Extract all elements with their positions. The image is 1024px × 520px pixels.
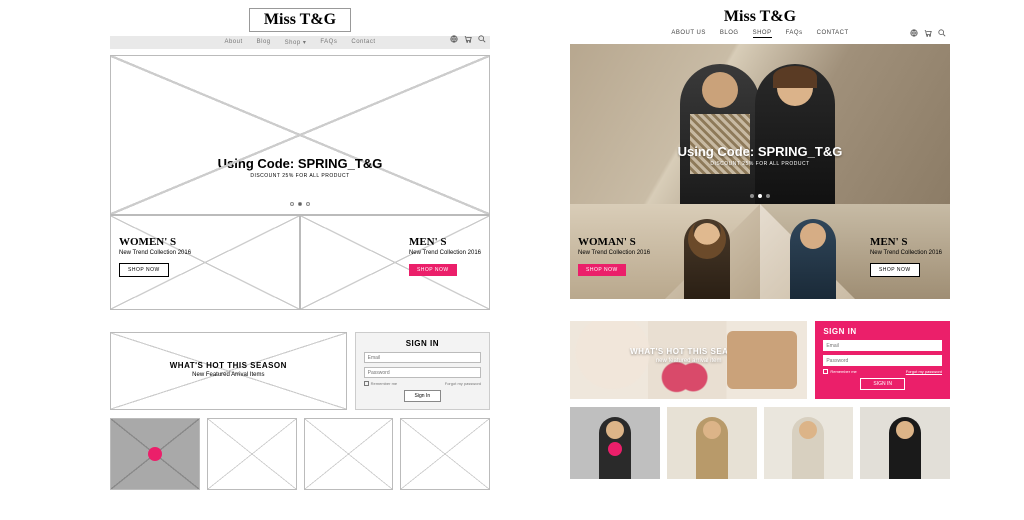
category-title: WOMAN' S: [578, 236, 650, 248]
shop-now-button[interactable]: SHOP NOW: [119, 263, 169, 277]
product-thumb[interactable]: [667, 407, 757, 479]
carousel-dot-active[interactable]: [758, 194, 762, 198]
category-men[interactable]: MEN' S New Trend Collection 2016 SHOP NO…: [300, 215, 490, 310]
carousel-dot[interactable]: [766, 194, 770, 198]
brand-logo: Miss T&G: [249, 8, 351, 32]
promo-subtext: DISCOUNT 25% FOR ALL PRODUCT: [570, 161, 950, 167]
nav-about[interactable]: ABOUT US: [671, 30, 706, 38]
promo-subtext: DISCOUNT 25% FOR ALL PRODUCT: [111, 173, 489, 179]
promo-code: Using Code: SPRING_T&G: [111, 156, 489, 171]
brand-logo: Miss T&G: [570, 8, 950, 26]
carousel-dot-active[interactable]: [298, 202, 302, 206]
product-thumb[interactable]: [764, 407, 854, 479]
hero-banner[interactable]: Using Code: SPRING_T&G DISCOUNT 25% FOR …: [110, 55, 490, 215]
category-sub: New Trend Collection 2016: [870, 250, 942, 258]
model-icon: [790, 219, 836, 299]
hot-sub: New Featured Arrival Items: [111, 372, 346, 378]
category-women[interactable]: WOMEN' S New Trend Collection 2016 SHOP …: [110, 215, 300, 310]
shop-now-button[interactable]: SHOP NOW: [409, 264, 457, 276]
hero-banner[interactable]: Using Code: SPRING_T&G DISCOUNT 25% FOR …: [570, 44, 950, 204]
hot-title: WHAT'S HOT THIS SEASON: [570, 347, 807, 356]
mockup-view: Miss T&G ABOUT US BLOG SHOP FAQs CONTACT…: [570, 8, 950, 479]
globe-icon[interactable]: [910, 29, 918, 37]
category-sub: New Trend Collection 2016: [409, 250, 481, 258]
cart-icon[interactable]: [924, 29, 932, 37]
hot-title: WHAT'S HOT THIS SEASON: [111, 361, 346, 370]
carousel-dot[interactable]: [290, 202, 294, 206]
carousel-dots: [111, 202, 489, 206]
category-title: MEN' S: [870, 236, 942, 248]
nav-about[interactable]: About: [224, 39, 242, 46]
hero-model-2: [755, 64, 835, 204]
remember-me[interactable]: Remember me: [364, 381, 397, 386]
nav-shop[interactable]: SHOP: [753, 30, 772, 38]
search-icon[interactable]: [478, 35, 486, 43]
remember-me[interactable]: Remember me: [823, 369, 856, 374]
signin-button[interactable]: SIGN IN: [860, 378, 905, 390]
email-field[interactable]: [364, 352, 481, 363]
wireframe-view: Miss T&G About Blog Shop ▾ FAQs Contact …: [110, 8, 490, 490]
product-thumbs: [110, 418, 490, 490]
sale-badge-icon: [148, 447, 162, 461]
nav-contact[interactable]: CONTACT: [817, 30, 849, 38]
product-thumb[interactable]: [207, 418, 297, 490]
product-thumb[interactable]: [570, 407, 660, 479]
promo-code: Using Code: SPRING_T&G: [570, 144, 950, 159]
signin-panel: SIGN IN Remember me Forgot my password S…: [815, 321, 950, 399]
hero-model-1: [680, 64, 760, 204]
forgot-password-link[interactable]: Forgot my password: [906, 369, 942, 374]
hot-sub: new featured arrival item: [570, 358, 807, 364]
signin-panel: SIGN IN Remember me Forgot my password S…: [355, 332, 490, 410]
cart-icon[interactable]: [464, 35, 472, 43]
product-thumb[interactable]: [860, 407, 950, 479]
category-sub: New Trend Collection 2016: [578, 250, 650, 258]
checkbox-icon[interactable]: [823, 369, 828, 374]
search-icon[interactable]: [938, 29, 946, 37]
nav-blog[interactable]: Blog: [257, 39, 271, 46]
model-icon: [684, 219, 730, 299]
carousel-dot[interactable]: [306, 202, 310, 206]
shop-now-button[interactable]: SHOP NOW: [870, 263, 920, 277]
nav-faqs[interactable]: FAQs: [320, 39, 337, 46]
carousel-dot[interactable]: [750, 194, 754, 198]
nav-shop[interactable]: Shop ▾: [285, 39, 307, 46]
hot-season-banner[interactable]: WHAT'S HOT THIS SEASON new featured arri…: [570, 321, 807, 399]
signin-title: SIGN IN: [364, 339, 481, 348]
category-title: MEN' S: [409, 236, 481, 248]
forgot-password-link[interactable]: Forgot my password: [445, 381, 481, 386]
category-men[interactable]: MEN' S New Trend Collection 2016 SHOP NO…: [760, 204, 950, 299]
globe-icon[interactable]: [450, 35, 458, 43]
category-sub: New Trend Collection 2016: [119, 250, 191, 258]
product-thumb[interactable]: [110, 418, 200, 490]
signin-button[interactable]: Sign In: [404, 390, 442, 402]
password-field[interactable]: [823, 355, 942, 366]
product-thumbs: [570, 407, 950, 479]
top-nav: ABOUT US BLOG SHOP FAQs CONTACT: [570, 30, 950, 38]
shop-now-button[interactable]: SHOP NOW: [578, 264, 626, 276]
email-field[interactable]: [823, 340, 942, 351]
nav-contact[interactable]: Contact: [351, 39, 375, 46]
password-field[interactable]: [364, 367, 481, 378]
nav-faqs[interactable]: FAQs: [786, 30, 803, 38]
signin-title: SIGN IN: [823, 327, 942, 336]
hot-season-banner[interactable]: WHAT'S HOT THIS SEASON New Featured Arri…: [110, 332, 347, 410]
sale-badge-icon: [608, 442, 622, 456]
checkbox-icon[interactable]: [364, 381, 369, 386]
category-women[interactable]: WOMAN' S New Trend Collection 2016 SHOP …: [570, 204, 760, 299]
product-thumb[interactable]: [304, 418, 394, 490]
nav-blog[interactable]: BLOG: [720, 30, 739, 38]
category-title: WOMEN' S: [119, 236, 191, 248]
product-thumb[interactable]: [400, 418, 490, 490]
carousel-dots: [570, 194, 950, 198]
top-nav: About Blog Shop ▾ FAQs Contact: [110, 36, 490, 49]
